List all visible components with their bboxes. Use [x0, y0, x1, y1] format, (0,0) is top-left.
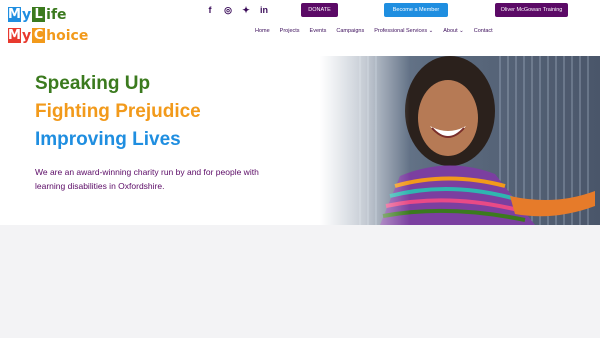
headline-fighting-prejudice: Fighting Prejudice — [35, 101, 201, 122]
nav-professional-services[interactable]: Professional Services ⌄ — [374, 28, 433, 34]
mylife-mychoice-logo[interactable]: M y L ife M y C hoice — [8, 4, 94, 46]
logo-text-y2: y — [22, 27, 32, 44]
social-links: f ◎ ✦ in — [205, 5, 269, 15]
nav-about[interactable]: About ⌄ — [443, 28, 464, 34]
logo-tile-c: C — [32, 28, 46, 43]
become-member-button[interactable]: Become a Member — [384, 3, 448, 17]
logo-text-ife: ife — [46, 6, 67, 23]
logo-text-hoice: hoice — [46, 27, 89, 44]
page: M y L ife M y C hoice f ◎ ✦ in DONATE Be… — [0, 0, 600, 338]
hero-intro-text: We are an award-winning charity run by a… — [35, 167, 259, 191]
oliver-mcgowan-training-button[interactable]: Oliver McGowan Training — [495, 3, 568, 17]
site-header: M y L ife M y C hoice f ◎ ✦ in DONATE Be… — [0, 0, 600, 56]
logo-line-2: M y C hoice — [8, 25, 94, 46]
logo-tile-m: M — [8, 7, 21, 22]
bluesky-icon[interactable]: ✦ — [241, 5, 251, 15]
hero-photo-fade — [320, 56, 410, 225]
nav-events[interactable]: Events — [310, 28, 327, 34]
main-nav: Home Projects Events Campaigns Professio… — [255, 28, 503, 34]
logo-line-1: M y L ife — [8, 4, 94, 25]
hero-section: Speaking Up Fighting Prejudice Improving… — [0, 56, 600, 225]
logo-tile-l: L — [32, 7, 46, 22]
nav-projects[interactable]: Projects — [280, 28, 300, 34]
instagram-icon[interactable]: ◎ — [223, 5, 233, 15]
logo-tile-m2: M — [8, 28, 21, 43]
nav-contact[interactable]: Contact — [474, 28, 493, 34]
headline-speaking-up: Speaking Up — [35, 73, 151, 94]
donate-button[interactable]: DONATE — [301, 3, 338, 17]
nav-campaigns[interactable]: Campaigns — [336, 28, 364, 34]
logo-text-y: y — [22, 6, 32, 23]
nav-home[interactable]: Home — [255, 28, 270, 34]
facebook-icon[interactable]: f — [205, 5, 215, 15]
headline-improving-lives: Improving Lives — [35, 129, 181, 150]
linkedin-icon[interactable]: in — [259, 5, 269, 15]
